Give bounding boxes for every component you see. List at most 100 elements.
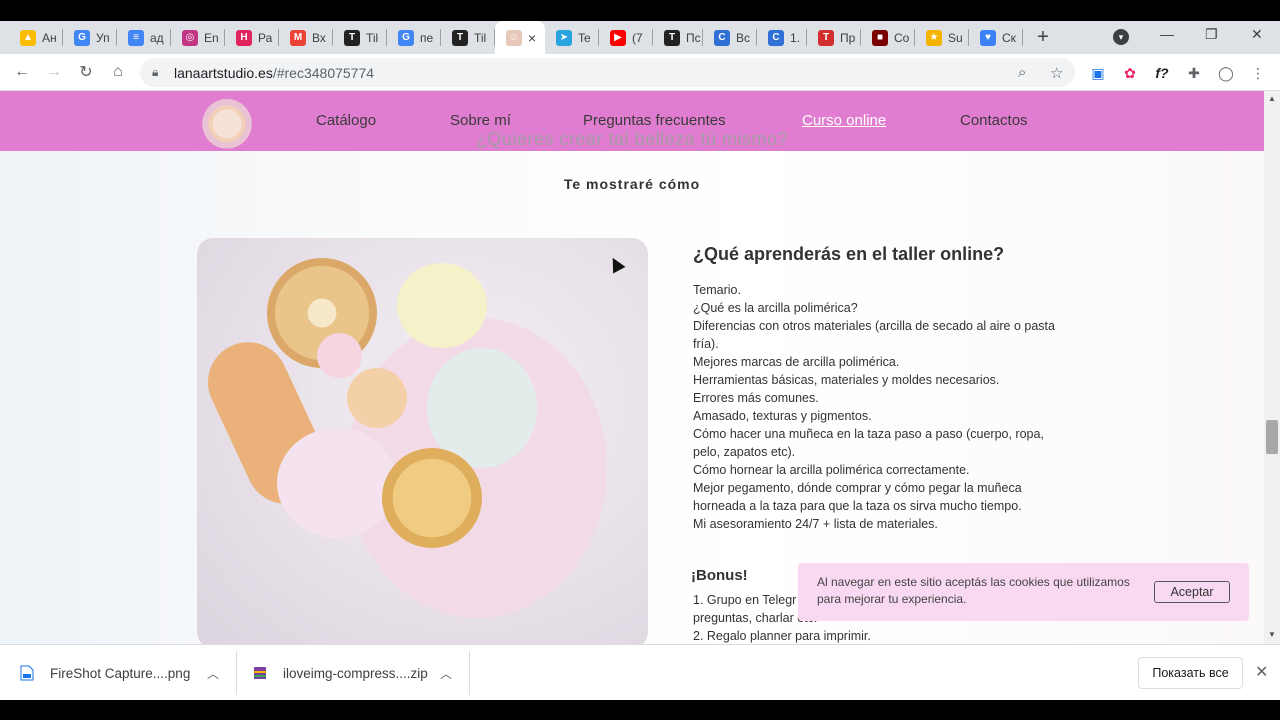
browser-tab[interactable]: T Til xyxy=(333,21,387,54)
tab-label: Su xyxy=(948,30,963,45)
png-file-icon xyxy=(20,665,34,681)
nav-contactos[interactable]: Contactos xyxy=(960,112,1028,129)
syllabus-item: Mi asesoramiento 24/7 + lista de materia… xyxy=(693,517,938,531)
browser-tab[interactable]: ▲ Ан xyxy=(9,21,63,54)
screen-bottom-edge xyxy=(0,700,1280,720)
tab-label: Вс xyxy=(736,30,751,45)
browser-tab[interactable]: H Ра xyxy=(225,21,279,54)
browser-tab[interactable]: C Вс xyxy=(703,21,757,54)
new-tab-button[interactable]: + xyxy=(1032,26,1054,48)
syllabus-list: Temario. ¿Qué es la arcilla polimérica? … xyxy=(693,281,1073,533)
nav-curso-online[interactable]: Curso online xyxy=(802,112,886,129)
download-item[interactable]: iloveimg-compress....zip xyxy=(253,645,428,701)
nav-sobre-mi[interactable]: Sobre mí xyxy=(450,112,511,129)
close-downloads-icon[interactable]: ✕ xyxy=(1255,662,1268,682)
menu-kebab-icon[interactable]: ⋮ xyxy=(1249,64,1267,82)
tab-label: Ск xyxy=(1002,30,1016,45)
syllabus-item: Errores más comunes. xyxy=(693,391,819,405)
browser-tab[interactable]: ♥ Ск xyxy=(969,21,1023,54)
tab-favicon-icon: G xyxy=(398,29,414,46)
browser-tab[interactable]: ◎ En xyxy=(171,21,225,54)
profile-avatar-icon[interactable]: ◯ xyxy=(1217,64,1235,82)
tab-label: Уп xyxy=(96,30,110,45)
tab-favicon-icon: ☺ xyxy=(506,29,522,46)
browser-tab[interactable]: M Вх xyxy=(279,21,333,54)
restore-icon[interactable]: ❐ xyxy=(1205,26,1218,43)
tab-label: Пр xyxy=(840,30,856,45)
downloads-bar: FireShot Capture....png ︿ iloveimg-compr… xyxy=(0,644,1280,700)
tab-favicon-icon: ≡ xyxy=(128,29,144,46)
page-scrollbar[interactable] xyxy=(1264,91,1280,644)
meringue xyxy=(317,333,362,378)
address-bar[interactable]: 🔒︎ lanaartstudio.es/#rec348075774 ⌕ ☆ xyxy=(140,58,1075,87)
browser-tab[interactable]: T Til xyxy=(441,21,495,54)
puzzle-icon[interactable]: ✚ xyxy=(1185,64,1203,82)
browser-tab[interactable]: Т Пр xyxy=(807,21,861,54)
tab-favicon-icon: G xyxy=(74,29,90,46)
browser-tab[interactable]: ▶ (7 xyxy=(599,21,653,54)
cookie-text: Al navegar en este sitio aceptás las coo… xyxy=(817,575,1130,606)
nav-preguntas[interactable]: Preguntas frecuentes xyxy=(583,112,726,129)
tab-label: Вх xyxy=(312,30,326,45)
browser-tab[interactable]: ☺ × xyxy=(495,21,545,54)
cake-photo xyxy=(197,238,648,644)
browser-tab[interactable]: Gпе xyxy=(387,21,441,54)
zip-file-icon xyxy=(254,667,266,679)
tab-favicon-icon: M xyxy=(290,29,306,46)
tab-favicon-icon: ➤ xyxy=(556,29,572,46)
chevron-up-icon[interactable]: ︿ xyxy=(207,665,219,682)
browser-tab[interactable]: T Пс xyxy=(653,21,703,54)
divider xyxy=(236,651,237,695)
minimize-icon[interactable]: — xyxy=(1160,26,1174,42)
scroll-up-icon[interactable]: ▲ xyxy=(1266,94,1278,104)
reload-icon[interactable]: ↻ xyxy=(76,62,96,82)
forward-icon[interactable]: → xyxy=(44,62,64,82)
browser-tab[interactable]: ■ Co xyxy=(861,21,915,54)
tab-label: пе xyxy=(420,30,434,45)
zoom-search-icon[interactable]: ⌕ xyxy=(1018,64,1026,81)
syllabus-item: Mejor pegamento, dónde comprar y cómo pe… xyxy=(693,481,1022,513)
show-all-button[interactable]: Показать все xyxy=(1138,657,1243,689)
tab-favicon-icon: C xyxy=(768,29,784,46)
browser-tab[interactable]: ≡ ад xyxy=(117,21,171,54)
download-item[interactable]: FireShot Capture....png xyxy=(20,645,190,701)
tab-label: Пс xyxy=(686,30,701,45)
accept-cookies-button[interactable]: Aceptar xyxy=(1154,581,1230,603)
divider xyxy=(469,651,470,695)
tab-favicon-icon: ■ xyxy=(872,29,888,46)
tab-label: (7 xyxy=(632,30,643,45)
bonus-item: 2. Regalo planner para imprimir. xyxy=(693,629,871,643)
star-icon[interactable]: ☆ xyxy=(1050,64,1063,82)
browser-tab[interactable]: G Уп xyxy=(63,21,117,54)
tab-favicon-icon: ▲ xyxy=(20,29,36,46)
back-icon[interactable]: ← xyxy=(12,62,32,82)
screenshot-extension-icon[interactable]: ▣ xyxy=(1089,64,1107,82)
tab-label: En xyxy=(204,30,219,45)
color-picker-extension-icon[interactable]: ✿ xyxy=(1121,64,1139,82)
tab-favicon-icon: Т xyxy=(818,29,834,46)
tab-label: ад xyxy=(150,30,164,45)
tab-favicon-icon: ◎ xyxy=(182,29,198,46)
nav-catalogo[interactable]: Catálogo xyxy=(316,112,376,129)
browser-tab[interactable]: ➤ Te xyxy=(545,21,599,54)
syllabus-item: Cómo hornear la arcilla polimérica corre… xyxy=(693,463,970,477)
browser-tab[interactable]: ★ Su xyxy=(915,21,969,54)
tab-label: 1. xyxy=(790,30,801,45)
font-extension-icon[interactable]: f? xyxy=(1153,64,1171,82)
ice-cream-scoop xyxy=(277,428,397,538)
close-window-icon[interactable]: ✕ xyxy=(1251,26,1263,43)
browser-tab[interactable]: C 1. xyxy=(757,21,807,54)
tab-search-icon[interactable]: ▾ xyxy=(1113,29,1129,45)
macaron-yellow xyxy=(397,263,487,348)
close-tab-icon[interactable]: × xyxy=(528,30,536,46)
scroll-down-icon[interactable]: ▼ xyxy=(1266,630,1278,640)
tab-favicon-icon: C xyxy=(714,29,730,46)
syllabus-item: Cómo hacer una muñeca en la taza paso a … xyxy=(693,427,1044,459)
chevron-up-icon[interactable]: ︿ xyxy=(440,665,452,682)
scrollbar-thumb[interactable] xyxy=(1266,420,1278,454)
home-icon[interactable]: ⌂ xyxy=(108,62,128,82)
tab-label: Til xyxy=(366,30,379,45)
tab-label: Ан xyxy=(42,30,57,45)
url-text[interactable]: lanaartstudio.es/#rec348075774 xyxy=(174,65,374,81)
cookie-banner: Al navegar en este sitio aceptás las coo… xyxy=(798,563,1249,621)
